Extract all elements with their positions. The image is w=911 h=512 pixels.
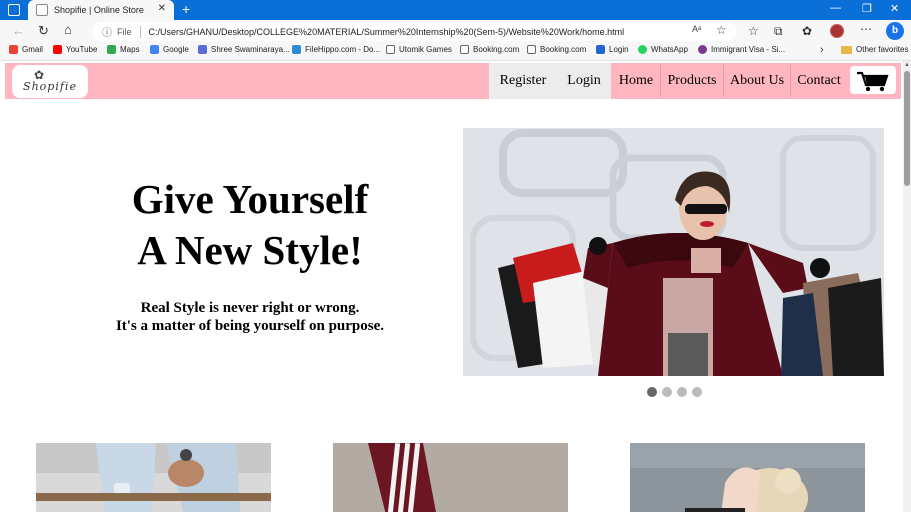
nav-login[interactable]: Login <box>557 63 611 99</box>
carousel-dot-1[interactable] <box>647 387 657 397</box>
trackpants-photo <box>333 443 568 512</box>
category-card-trackpants[interactable] <box>333 443 568 512</box>
url-scheme: File <box>117 26 132 37</box>
nav-register[interactable]: Register <box>489 63 557 99</box>
site-logo[interactable]: ✿ Shopifie <box>12 65 88 98</box>
bookmark-booking-2[interactable]: Booking.com <box>527 45 586 54</box>
page-scrollbar[interactable]: ▲ <box>903 61 911 512</box>
collections-icon[interactable]: ⧉ <box>774 24 783 39</box>
bookmark-utomik[interactable]: Utomik Games <box>386 45 452 54</box>
favorites-icon[interactable]: ☆ <box>748 24 759 38</box>
bookmark-swaminarayan[interactable]: Shree Swaminaraya... <box>198 45 290 54</box>
hero-subtitle-line-2: It's a matter of being yourself on purpo… <box>115 318 385 334</box>
chevron-right-icon[interactable]: › <box>820 44 824 56</box>
favorite-star-icon[interactable]: ☆ <box>716 23 727 37</box>
browser-titlebar: Shopifie | Online Store ✕ + — ❐ ✕ <box>0 0 911 20</box>
youtube-icon <box>53 45 62 54</box>
carousel-dot-3[interactable] <box>677 387 687 397</box>
swaminarayan-icon <box>198 45 207 54</box>
bing-chat-icon[interactable]: b <box>886 22 904 40</box>
url-text[interactable]: C:/Users/GHANU/Desktop/COLLEGE%20MATERIA… <box>149 27 625 37</box>
address-bar[interactable]: ⓘ File C:/Users/GHANU/Desktop/COLLEGE%20… <box>92 22 737 41</box>
scrollbar-thumb[interactable] <box>904 71 910 186</box>
new-tab-button[interactable]: + <box>182 1 190 17</box>
logo-text: Shopifie <box>23 80 77 93</box>
visa-icon <box>698 45 707 54</box>
gmail-icon <box>9 45 18 54</box>
bookmark-whatsapp[interactable]: WhatsApp <box>638 45 688 54</box>
bookmark-booking-1[interactable]: Booking.com <box>460 45 519 54</box>
close-tab-icon[interactable]: ✕ <box>158 3 166 14</box>
whatsapp-icon <box>638 45 647 54</box>
browser-tab[interactable]: Shopifie | Online Store ✕ <box>28 0 174 20</box>
profile-avatar[interactable] <box>830 24 844 38</box>
bookmark-maps[interactable]: Maps <box>107 45 140 54</box>
back-icon[interactable]: ← <box>12 23 25 38</box>
site-navbar: ✿ Shopifie Register Login Home Products … <box>5 63 901 99</box>
nav-contact[interactable]: Contact <box>791 63 847 99</box>
jeans-photo <box>36 443 271 512</box>
maps-icon <box>107 45 116 54</box>
more-menu-icon[interactable]: ⋯ <box>860 22 872 36</box>
scroll-up-icon[interactable]: ▲ <box>904 62 910 68</box>
maximize-button[interactable]: ❐ <box>862 2 872 15</box>
carousel-indicators <box>647 387 702 397</box>
carousel-dot-2[interactable] <box>662 387 672 397</box>
bookmark-youtube[interactable]: YouTube <box>53 45 97 54</box>
bookmark-folder-other[interactable]: Other favorites <box>841 45 908 54</box>
nav-home[interactable]: Home <box>612 63 660 99</box>
folder-icon <box>841 45 852 54</box>
page-icon <box>460 45 469 54</box>
category-card-jeans[interactable] <box>36 443 271 512</box>
tab-actions-icon[interactable] <box>8 4 20 16</box>
hero-title: Give Yourself A New Style! <box>90 174 410 276</box>
bookmark-google[interactable]: Google <box>150 45 189 54</box>
shopping-cart-icon <box>857 71 889 92</box>
nav-products[interactable]: Products <box>661 63 723 99</box>
bookmark-filehippo[interactable]: FileHippo.com - Do... <box>292 45 380 54</box>
page-favicon-icon <box>36 4 48 16</box>
carousel-dot-4[interactable] <box>692 387 702 397</box>
url-divider <box>139 25 141 38</box>
hero-carousel-image[interactable] <box>463 128 884 376</box>
bookmarks-bar: Gmail YouTube Maps Google Shree Swaminar… <box>0 42 911 61</box>
extensions-icon[interactable]: ✿ <box>802 24 812 38</box>
hero-title-line-2: A New Style! <box>137 227 363 273</box>
close-window-button[interactable]: ✕ <box>890 2 899 15</box>
hero-title-line-1: Give Yourself <box>131 176 369 222</box>
page-icon <box>386 45 395 54</box>
home-icon[interactable]: ⌂ <box>64 22 72 37</box>
bookmark-immigrant-visa[interactable]: Immigrant Visa - Si... <box>698 45 785 54</box>
bookmark-login[interactable]: Login <box>596 45 629 54</box>
tab-title: Shopifie | Online Store <box>54 5 144 15</box>
bookmark-gmail[interactable]: Gmail <box>9 45 43 54</box>
address-bar-row: ← ↻ ⌂ ⓘ File C:/Users/GHANU/Desktop/COLL… <box>0 20 911 42</box>
refresh-icon[interactable]: ↻ <box>38 23 49 39</box>
cart-button[interactable] <box>850 66 896 94</box>
info-icon[interactable]: ⓘ <box>102 24 112 39</box>
hero-subtitle-line-1: Real Style is never right or wrong. <box>140 300 360 316</box>
shopping-woman-photo <box>463 128 884 376</box>
hero-subtitle: Real Style is never right or wrong. It's… <box>90 299 410 335</box>
minimize-button[interactable]: — <box>830 2 841 14</box>
nav-about-us[interactable]: About Us <box>724 63 790 99</box>
page-icon <box>527 45 536 54</box>
woman-hair-photo <box>630 443 865 512</box>
category-card-woman[interactable] <box>630 443 865 512</box>
google-icon <box>150 45 159 54</box>
filehippo-icon <box>292 45 301 54</box>
login-icon <box>596 45 605 54</box>
page-viewport: ✿ Shopifie Register Login Home Products … <box>0 61 903 512</box>
read-aloud-icon[interactable]: Aᵃ <box>692 24 701 34</box>
